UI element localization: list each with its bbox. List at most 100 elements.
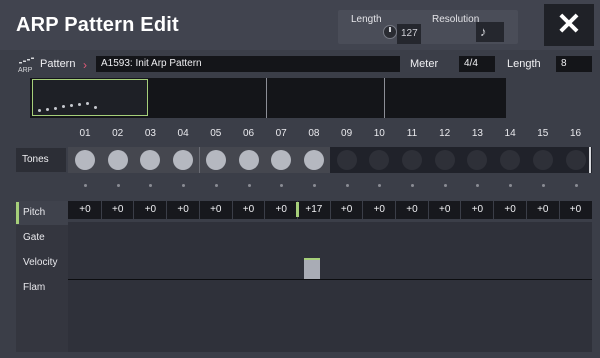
step-number: 11 — [406, 128, 418, 139]
pitch-cell-divider — [100, 201, 102, 219]
tone-step-button[interactable] — [565, 150, 586, 170]
length-field-label: Length — [507, 58, 541, 70]
pitch-cell-divider — [525, 201, 527, 219]
tab-pitch[interactable]: Pitch — [16, 201, 68, 225]
step-number: 02 — [112, 128, 124, 139]
pitch-cell-divider — [231, 201, 233, 219]
pitch-cell-divider — [329, 201, 331, 219]
length-value-field[interactable]: 127 — [397, 24, 421, 44]
step-number: 03 — [144, 128, 156, 139]
overview-step-dot — [46, 108, 49, 111]
pitch-cell-divider — [558, 201, 560, 219]
step-8-bar[interactable] — [304, 258, 320, 279]
step-indicator-dot — [149, 184, 153, 187]
overview-divider — [266, 78, 267, 118]
step-number: 06 — [242, 128, 255, 139]
tone-step-button[interactable] — [205, 150, 226, 170]
overview-step-dot — [70, 104, 73, 107]
tab-gate[interactable]: Gate — [16, 226, 68, 250]
step-indicator-dot — [84, 184, 87, 187]
overview-selection[interactable] — [32, 79, 148, 116]
length-knob-icon[interactable] — [383, 25, 397, 39]
pitch-value-cell[interactable]: +0 — [560, 202, 592, 218]
tone-step-button[interactable] — [336, 150, 357, 170]
tone-step-button[interactable] — [75, 150, 95, 170]
pitch-value-cell[interactable]: +0 — [363, 202, 395, 218]
meter-field[interactable]: 4/4 — [459, 56, 495, 72]
pitch-value-cell[interactable]: +17 — [298, 202, 330, 218]
resolution-note-field[interactable]: ♪ — [476, 22, 504, 42]
arp-icon-label: ARP — [18, 67, 33, 74]
pitch-value-cell[interactable]: +0 — [102, 202, 134, 218]
step-indicator-dot — [312, 184, 316, 187]
pitch-value-cell[interactable]: +0 — [134, 202, 166, 218]
overview-step-dot — [86, 102, 89, 105]
pitch-cell-divider — [395, 201, 396, 219]
page-title: ARP Pattern Edit — [16, 14, 179, 36]
pattern-length-field[interactable]: 8 — [556, 56, 592, 72]
pitch-cell-divider — [133, 201, 135, 219]
tone-step-button[interactable] — [238, 150, 259, 170]
pitch-value-cell[interactable]: +0 — [494, 202, 526, 218]
tab-velocity[interactable]: Velocity — [16, 251, 68, 275]
step-number: 07 — [275, 128, 287, 139]
active-tab-indicator — [16, 202, 19, 224]
pattern-label: Pattern — [40, 58, 76, 70]
step-number: 14 — [504, 128, 516, 139]
chevron-right-icon[interactable]: › — [83, 58, 87, 72]
pitch-cell-divider — [198, 201, 200, 219]
arp-pattern-icon: ARP — [18, 56, 36, 74]
tone-step-button[interactable] — [303, 150, 324, 170]
step-indicator-dot — [247, 184, 251, 187]
tone-step-button[interactable] — [402, 150, 422, 170]
overview-step-dot — [38, 109, 41, 112]
step-number: 16 — [569, 128, 582, 139]
pitch-value-cell[interactable]: +0 — [527, 202, 559, 218]
overview-step-dot — [54, 107, 57, 110]
step-number: 08 — [308, 128, 320, 139]
tone-step-button[interactable] — [107, 150, 128, 170]
pitch-cell-divider — [362, 201, 364, 219]
pitch-value-cell[interactable]: +0 — [69, 202, 101, 218]
meter-label: Meter — [410, 58, 439, 70]
step-indicator-dot — [378, 184, 382, 187]
tone-step-button[interactable] — [532, 150, 553, 170]
tone-step-button[interactable] — [173, 150, 194, 170]
resolution-label: Resolution — [432, 14, 480, 25]
pitch-edit-cursor — [296, 202, 299, 217]
tones-end-marker — [589, 147, 591, 173]
pitch-value-cell[interactable]: +0 — [167, 202, 199, 218]
overview-step-dot — [78, 103, 81, 106]
pitch-value-cell[interactable]: +0 — [429, 202, 461, 218]
beat-divider — [198, 147, 200, 173]
pitch-value-cell[interactable]: +0 — [396, 202, 428, 218]
graph-baseline — [68, 279, 592, 280]
tone-step-button[interactable] — [434, 150, 455, 170]
pitch-value-cell[interactable]: +0 — [461, 202, 493, 218]
step-number: 15 — [537, 128, 549, 139]
step-indicator-dot — [443, 184, 447, 187]
overview-step-dot — [62, 105, 65, 108]
pattern-name-field[interactable]: A1593: Init Arp Pattern — [96, 56, 400, 72]
tone-step-button[interactable] — [500, 150, 521, 170]
tab-flam[interactable]: Flam — [16, 276, 68, 300]
step-number: 05 — [210, 128, 222, 139]
pitch-value-cell[interactable]: +0 — [265, 202, 297, 218]
step-number: 01 — [79, 128, 91, 139]
step-indicator-dot — [541, 184, 545, 187]
pitch-cell-divider — [427, 201, 429, 219]
step-number: 04 — [177, 128, 189, 139]
step-indicator-dot — [182, 184, 186, 187]
pitch-cell-divider — [166, 201, 168, 219]
pattern-overview[interactable] — [30, 78, 506, 118]
step-indicator-dot — [345, 184, 349, 187]
step-indicator-dot — [116, 184, 120, 187]
parameter-graph-area[interactable] — [68, 222, 592, 352]
step-8-bar-cap — [304, 258, 320, 260]
step-indicator-dot — [411, 184, 414, 187]
pitch-value-cell[interactable]: +0 — [233, 202, 265, 218]
pitch-value-cell[interactable]: +0 — [200, 202, 232, 218]
close-button[interactable]: ✕ — [544, 4, 594, 46]
step-indicator-dot — [574, 184, 578, 187]
pitch-value-cell[interactable]: +0 — [331, 202, 363, 218]
